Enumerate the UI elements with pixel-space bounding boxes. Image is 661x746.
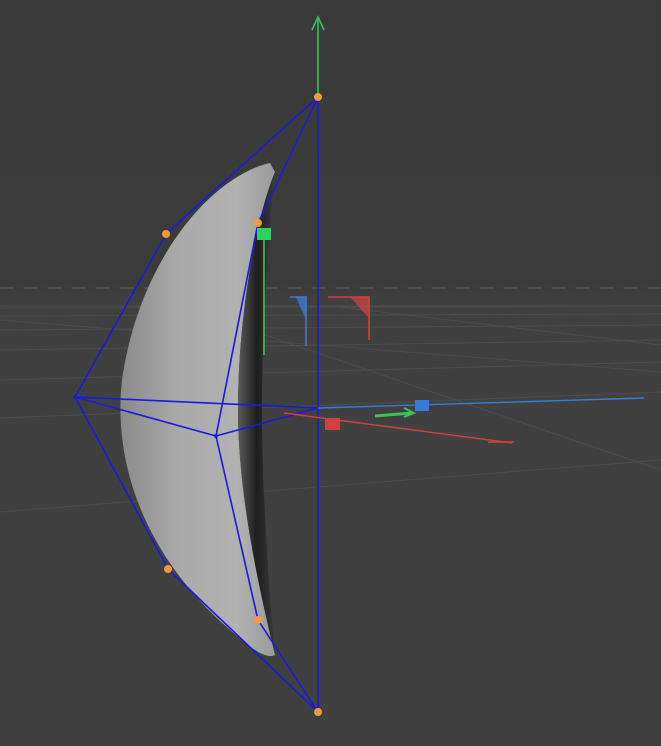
x-axis-handle-icon[interactable] (325, 418, 340, 430)
control-point[interactable] (164, 565, 172, 573)
plane-handle-red[interactable] (328, 296, 370, 340)
grid-line (0, 391, 661, 419)
ground-grid (0, 305, 661, 513)
shell-mesh[interactable] (120, 163, 275, 657)
control-point-hidden[interactable] (214, 434, 218, 438)
control-point[interactable] (314, 708, 322, 716)
move-gizmo-icon[interactable] (257, 15, 645, 444)
cage-edge (257, 96, 319, 224)
3d-viewport[interactable] (0, 0, 661, 746)
control-point[interactable] (162, 230, 170, 238)
control-point[interactable] (314, 93, 322, 101)
grid-line (0, 313, 661, 317)
control-point-hidden[interactable] (73, 395, 77, 399)
y-axis-handle-icon[interactable] (257, 228, 271, 240)
cage-edge (257, 619, 319, 713)
grid-line (0, 339, 661, 351)
z-axis-handle-icon[interactable] (415, 400, 429, 411)
grid-line (0, 459, 661, 513)
control-point[interactable] (254, 616, 262, 624)
plane-handle-blue[interactable] (290, 296, 307, 346)
control-point[interactable] (254, 219, 262, 227)
viewport-canvas[interactable] (0, 0, 661, 746)
